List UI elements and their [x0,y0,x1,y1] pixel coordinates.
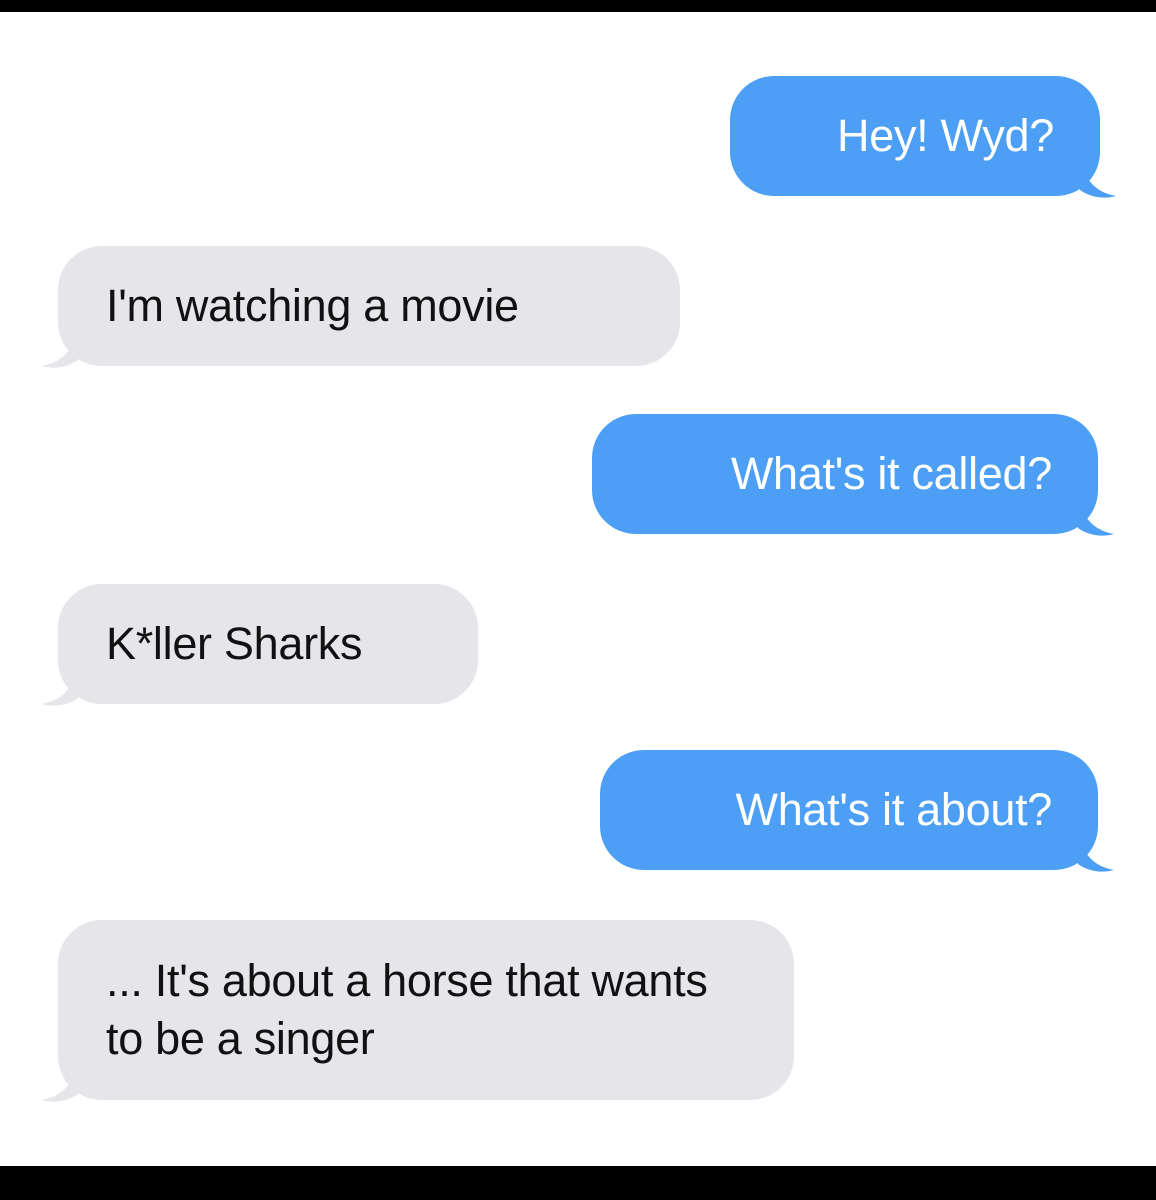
bubble-body: ... It's about a horse that wants to be … [58,920,794,1100]
sent-message-bubble[interactable]: What's it about? [600,750,1114,872]
bubble-tail-icon [1078,832,1114,872]
top-frame-bar [0,0,1156,12]
bubble-body: K*ller Sharks [58,584,478,704]
message-text: ... It's about a horse that wants to be … [106,955,708,1064]
sent-message-bubble[interactable]: What's it called? [592,414,1114,536]
message-text: I'm watching a movie [106,280,519,331]
bubble-tail-icon [1080,158,1116,198]
bottom-frame-bar [0,1166,1156,1200]
bubble-tail-icon [42,666,78,706]
bubble-body: Hey! Wyd? [730,76,1100,196]
message-text: What's it about? [735,784,1053,835]
received-message-bubble[interactable]: K*ller Sharks [42,584,478,706]
bubble-body: What's it called? [592,414,1098,534]
bubble-body: I'm watching a movie [58,246,680,366]
received-message-bubble[interactable]: I'm watching a movie [42,246,680,368]
message-thread: Hey! Wyd? I'm watching a movie What's it… [0,12,1156,1166]
message-text: Hey! Wyd? [837,110,1054,161]
bubble-tail-icon [42,1062,78,1102]
sent-message-bubble[interactable]: Hey! Wyd? [730,76,1116,198]
bubble-tail-icon [1078,496,1114,536]
message-text: K*ller Sharks [106,618,363,669]
bubble-body: What's it about? [600,750,1098,870]
bubble-tail-icon [42,328,78,368]
message-text: What's it called? [730,448,1052,499]
received-message-bubble[interactable]: ... It's about a horse that wants to be … [42,920,794,1102]
